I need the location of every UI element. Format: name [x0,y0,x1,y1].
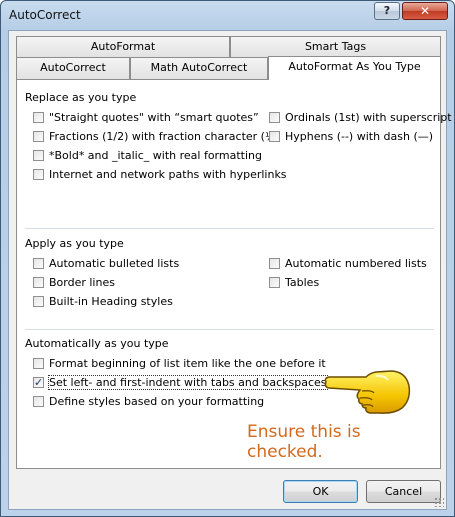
resize-grip-icon[interactable] [434,497,444,507]
option-label: Hyphens (--) with dash (—) [285,130,434,143]
tab-panel: Replace as you type "Straight quotes" wi… [16,79,452,469]
cancel-button[interactable]: Cancel [366,480,441,503]
checkbox[interactable] [269,277,280,288]
title-bar[interactable]: AutoCorrect ? ✕ [1,1,454,31]
option-heading-styles[interactable]: Built-in Heading styles [33,294,173,309]
checkbox[interactable] [269,112,280,123]
option-bulleted-lists[interactable]: Automatic bulleted lists [33,256,179,271]
option-label: "Straight quotes" with “smart quotes” [49,111,259,124]
ok-button[interactable]: OK [283,480,358,503]
option-label: Format beginning of list item like the o… [49,357,326,370]
tab-autoformat-as-you-type[interactable]: AutoFormat As You Type [268,56,441,80]
tab-math-autocorrect[interactable]: Math AutoCorrect [130,57,268,79]
option-label: Automatic bulleted lists [49,257,180,270]
checkbox[interactable] [33,277,44,288]
option-smart-quotes[interactable]: "Straight quotes" with “smart quotes” [33,110,259,125]
option-label: Define styles based on your formatting [49,395,265,408]
checkbox[interactable] [33,150,44,161]
option-fractions[interactable]: Fractions (1/2) with fraction character … [33,129,280,144]
option-label: Fractions (1/2) with fraction character … [49,130,280,143]
window-title: AutoCorrect [9,8,81,22]
group-heading-apply: Apply as you type [25,237,124,250]
option-define-styles[interactable]: Define styles based on your formatting [33,394,264,409]
option-ordinals[interactable]: Ordinals (1st) with superscript [269,110,452,125]
option-bold-italic[interactable]: *Bold* and _italic_ with real formatting [33,148,262,163]
help-button[interactable]: ? [374,2,400,20]
group-heading-auto: Automatically as you type [25,337,169,350]
option-numbered-lists[interactable]: Automatic numbered lists [269,256,427,271]
group-separator [25,228,434,229]
option-label: *Bold* and _italic_ with real formatting [49,149,262,162]
option-label: Internet and network paths with hyperlin… [49,168,287,181]
option-tables[interactable]: Tables [269,275,319,290]
option-label: Automatic numbered lists [285,257,427,270]
checkbox[interactable] [33,358,44,369]
pointing-hand-icon [324,370,411,414]
option-label: Built-in Heading styles [49,295,173,308]
close-button[interactable]: ✕ [402,2,448,20]
tab-smart-tags[interactable]: Smart Tags [230,36,441,57]
option-label: Ordinals (1st) with superscript [285,111,452,124]
tab-autoformat[interactable]: AutoFormat [16,36,230,57]
checkbox-checked[interactable] [33,375,44,390]
checkbox[interactable] [33,112,44,123]
checkbox[interactable] [33,296,44,307]
option-border-lines[interactable]: Border lines [33,275,115,290]
checkbox[interactable] [33,396,44,407]
tab-autocorrect[interactable]: AutoCorrect [16,57,130,79]
group-separator [25,329,434,330]
option-hyperlinks[interactable]: Internet and network paths with hyperlin… [33,167,287,182]
checkbox[interactable] [33,169,44,180]
dialog-body: AutoFormat Smart Tags AutoCorrect Math A… [8,30,452,510]
group-heading-replace: Replace as you type [25,91,137,104]
option-format-list-item[interactable]: Format beginning of list item like the o… [33,356,326,371]
checkbox[interactable] [33,131,44,142]
checkbox[interactable] [269,131,280,142]
option-label: Border lines [49,276,115,289]
option-label: Tables [285,276,320,289]
checkbox[interactable] [33,258,44,269]
option-hyphens[interactable]: Hyphens (--) with dash (—) [269,129,433,144]
checkbox[interactable] [269,258,280,269]
option-label: Set left- and first-indent with tabs and… [48,375,328,390]
autocorrect-dialog: AutoCorrect ? ✕ AutoFormat Smart Tags Au… [0,0,455,517]
annotation-text: Ensure this is checked. [247,422,361,462]
option-set-indent[interactable]: Set left- and first-indent with tabs and… [33,375,328,390]
